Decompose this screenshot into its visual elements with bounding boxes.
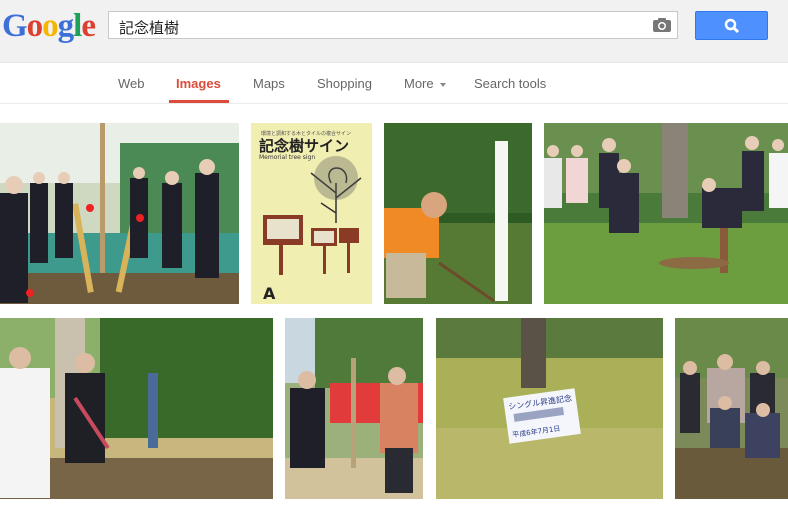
tab-more-label: More — [404, 76, 434, 91]
search-input[interactable]: 記念植樹 — [108, 11, 678, 39]
image-man-planting — [384, 123, 532, 304]
tab-web[interactable]: Web — [118, 76, 145, 91]
active-tab-indicator — [169, 100, 229, 103]
image-result[interactable] — [544, 123, 788, 304]
image-sign-grass: シングル昇進記念 平成6年7月1日 — [436, 318, 663, 499]
image-result[interactable] — [0, 318, 273, 499]
image-result[interactable]: 環境と調和する木とタイルの複合サイン 記念樹サイン Memorial tree … — [251, 123, 372, 304]
tab-images[interactable]: Images — [176, 76, 221, 91]
poster-mark: A — [263, 284, 276, 303]
image-result[interactable] — [675, 318, 788, 499]
poster-tagline: 環境と調和する木とタイルの複合サイン — [261, 130, 351, 137]
image-two-men-banner — [285, 318, 423, 499]
search-button[interactable] — [695, 11, 768, 40]
image-group-seated — [675, 318, 788, 499]
search-tabs: Web Images Maps Shopping More Search too… — [0, 63, 788, 104]
header-bar: Google 記念植樹 — [0, 0, 788, 63]
image-memorial-sign-poster: 環境と調和する木とタイルの複合サイン 記念樹サイン Memorial tree … — [251, 123, 372, 304]
chevron-down-icon — [439, 82, 446, 87]
image-result[interactable] — [0, 123, 239, 304]
poster-subtitle: Memorial tree sign — [259, 154, 315, 161]
google-logo[interactable]: Google — [2, 8, 96, 44]
image-ceremony-group — [0, 123, 239, 304]
image-result[interactable] — [384, 123, 532, 304]
image-elderly-planting — [544, 123, 788, 304]
poster-title: 記念樹サイン — [259, 137, 349, 155]
search-icon — [724, 18, 740, 34]
tab-search-tools[interactable]: Search tools — [474, 76, 546, 91]
image-priest-shrine — [0, 318, 273, 499]
search-query: 記念植樹 — [119, 20, 180, 37]
tab-shopping[interactable]: Shopping — [317, 76, 372, 91]
image-result[interactable]: シングル昇進記念 平成6年7月1日 — [436, 318, 663, 499]
tab-more[interactable]: More — [404, 76, 446, 91]
camera-icon[interactable] — [653, 18, 671, 32]
image-result[interactable] — [285, 318, 423, 499]
tab-maps[interactable]: Maps — [253, 76, 285, 91]
